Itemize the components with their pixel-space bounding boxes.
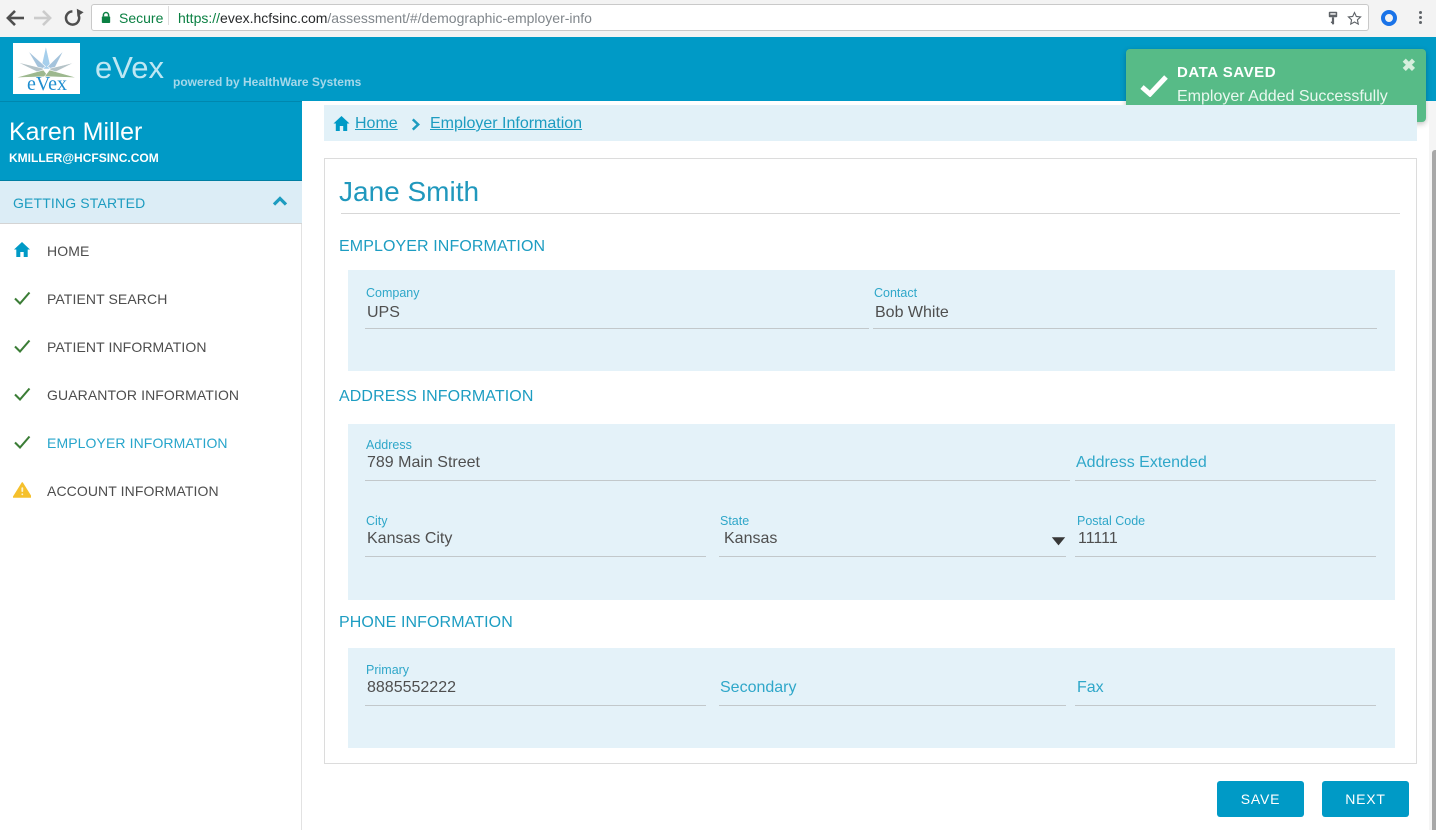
svg-text:eVex: eVex — [27, 73, 67, 94]
